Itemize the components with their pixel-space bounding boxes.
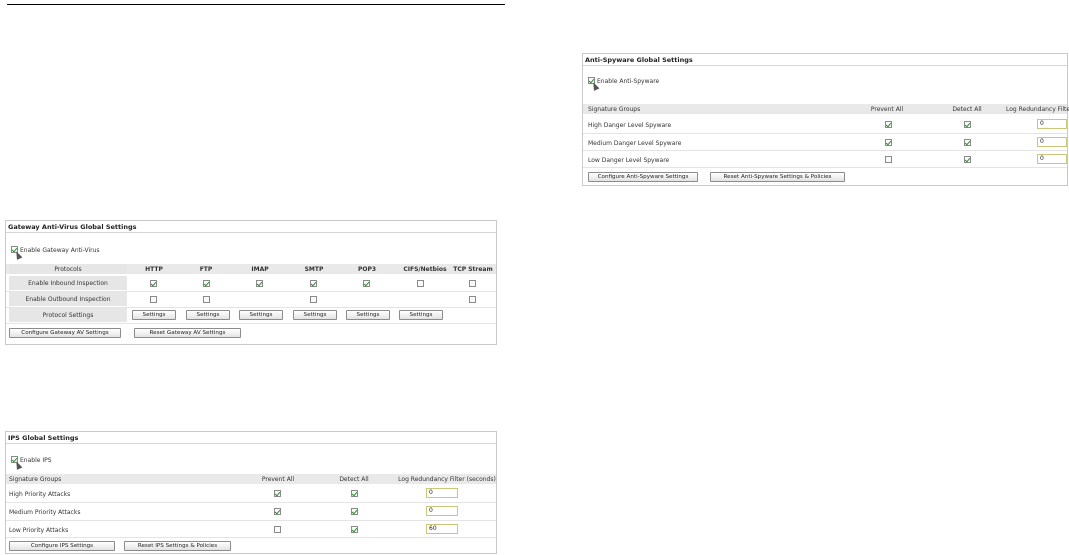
- cifs-settings-button[interactable]: Settings: [399, 310, 443, 320]
- high-filter-input[interactable]: 0: [426, 488, 458, 498]
- medium-danger-detect-checkbox[interactable]: [964, 139, 971, 146]
- signature-groups-header: Signature Groups: [9, 476, 62, 483]
- col-smtp: SMTP: [304, 266, 324, 273]
- row-divider: [6, 502, 496, 503]
- pop3-settings-button[interactable]: Settings: [346, 310, 390, 320]
- prevent-all-header: Prevent All: [870, 106, 904, 113]
- low-prevent-checkbox[interactable]: [274, 526, 281, 533]
- inbound-inspection-label: Enable Inbound Inspection: [28, 280, 108, 287]
- ftp-settings-button[interactable]: Settings: [186, 310, 230, 320]
- medium-prevent-checkbox[interactable]: [274, 508, 281, 515]
- title-divider: [583, 65, 1067, 66]
- low-danger-detect-checkbox[interactable]: [964, 156, 971, 163]
- medium-danger-prevent-checkbox[interactable]: [885, 139, 892, 146]
- medium-filter-input[interactable]: 0: [426, 506, 458, 516]
- log-redundancy-header: Log Redundancy Filter: [1006, 106, 1069, 113]
- log-redundancy-header: Log Redundancy Filter (seconds): [398, 476, 496, 483]
- outbound-smtp-checkbox[interactable]: [310, 296, 317, 303]
- low-detect-checkbox[interactable]: [351, 526, 358, 533]
- imap-settings-button[interactable]: Settings: [239, 310, 283, 320]
- inbound-cifs-checkbox[interactable]: [417, 280, 424, 287]
- medium-detect-checkbox[interactable]: [351, 508, 358, 515]
- enable-anti-spyware-label: Enable Anti-Spyware: [597, 78, 660, 85]
- high-danger-prevent-checkbox[interactable]: [885, 121, 892, 128]
- low-danger-prevent-checkbox[interactable]: [885, 156, 892, 163]
- http-settings-button[interactable]: Settings: [132, 310, 176, 320]
- protocol-settings-label: Protocol Settings: [42, 312, 94, 319]
- ips-title: IPS Global Settings: [8, 434, 79, 442]
- inbound-ftp-checkbox[interactable]: [203, 280, 210, 287]
- configure-anti-spyware-button[interactable]: Configure Anti-Spyware Settings: [588, 172, 698, 182]
- row-divider: [6, 520, 496, 521]
- inbound-smtp-checkbox[interactable]: [310, 280, 317, 287]
- configure-gateway-av-button[interactable]: Configure Gateway AV Settings: [9, 328, 121, 338]
- enable-gateway-av-label: Enable Gateway Anti-Virus: [20, 247, 100, 254]
- row-divider: [6, 323, 496, 324]
- medium-priority-label: Medium Priority Attacks: [9, 509, 81, 516]
- reset-ips-button[interactable]: Reset IPS Settings & Policies: [124, 541, 231, 551]
- col-pop3: POP3: [357, 266, 377, 273]
- col-tcp-stream: TCP Stream: [453, 266, 493, 273]
- anti-spyware-title: Anti-Spyware Global Settings: [585, 56, 693, 64]
- low-filter-input[interactable]: 60: [426, 524, 458, 534]
- low-danger-filter-input[interactable]: 0: [1037, 154, 1067, 164]
- col-ftp: FTP: [199, 266, 213, 273]
- high-prevent-checkbox[interactable]: [274, 490, 281, 497]
- col-http: HTTP: [145, 266, 163, 273]
- outbound-ftp-checkbox[interactable]: [203, 296, 210, 303]
- row-divider: [583, 167, 1067, 168]
- prevent-all-header: Prevent All: [261, 476, 295, 483]
- high-danger-detect-checkbox[interactable]: [964, 121, 971, 128]
- title-divider: [6, 232, 496, 233]
- configure-ips-button[interactable]: Configure IPS Settings: [9, 541, 115, 551]
- high-priority-label: High Priority Attacks: [9, 491, 71, 498]
- detect-all-header: Detect All: [952, 106, 982, 113]
- row-divider: [6, 537, 496, 538]
- reset-anti-spyware-button[interactable]: Reset Anti-Spyware Settings & Policies: [710, 172, 845, 182]
- row-divider: [583, 133, 1067, 134]
- gateway-av-title: Gateway Anti-Virus Global Settings: [8, 223, 137, 231]
- high-detect-checkbox[interactable]: [351, 490, 358, 497]
- inbound-http-checkbox[interactable]: [150, 280, 157, 287]
- high-danger-label: High Danger Level Spyware: [588, 122, 672, 129]
- inbound-tcp-checkbox[interactable]: [469, 280, 476, 287]
- signature-groups-header: Signature Groups: [588, 106, 641, 113]
- enable-ips-label: Enable IPS: [20, 457, 52, 464]
- gateway-av-panel: Gateway Anti-Virus Global Settings Enabl…: [5, 220, 497, 345]
- title-divider: [6, 443, 496, 444]
- high-danger-filter-input[interactable]: 0: [1037, 119, 1067, 129]
- outbound-http-checkbox[interactable]: [150, 296, 157, 303]
- col-cifs-netbios: CIFS/Netbios: [403, 266, 447, 273]
- inbound-pop3-checkbox[interactable]: [363, 280, 370, 287]
- anti-spyware-header-row: [583, 104, 1067, 114]
- medium-danger-filter-input[interactable]: 0: [1037, 137, 1067, 147]
- top-divider: [7, 4, 505, 5]
- inbound-imap-checkbox[interactable]: [256, 280, 263, 287]
- low-danger-label: Low Danger Level Spyware: [588, 157, 670, 164]
- protocols-header-label: Protocols: [54, 266, 82, 273]
- anti-spyware-panel: Anti-Spyware Global Settings Enable Anti…: [582, 53, 1069, 186]
- col-imap: IMAP: [251, 266, 269, 273]
- smtp-settings-button[interactable]: Settings: [293, 310, 337, 320]
- outbound-tcp-checkbox[interactable]: [469, 296, 476, 303]
- medium-danger-label: Medium Danger Level Spyware: [588, 140, 682, 147]
- outbound-inspection-label: Enable Outbound Inspection: [25, 296, 111, 303]
- low-priority-label: Low Priority Attacks: [9, 527, 69, 534]
- ips-panel: IPS Global Settings Enable IPS Signature…: [5, 431, 497, 554]
- reset-gateway-av-button[interactable]: Reset Gateway AV Settings: [134, 328, 241, 338]
- detect-all-header: Detect All: [339, 476, 369, 483]
- row-divider: [583, 150, 1067, 151]
